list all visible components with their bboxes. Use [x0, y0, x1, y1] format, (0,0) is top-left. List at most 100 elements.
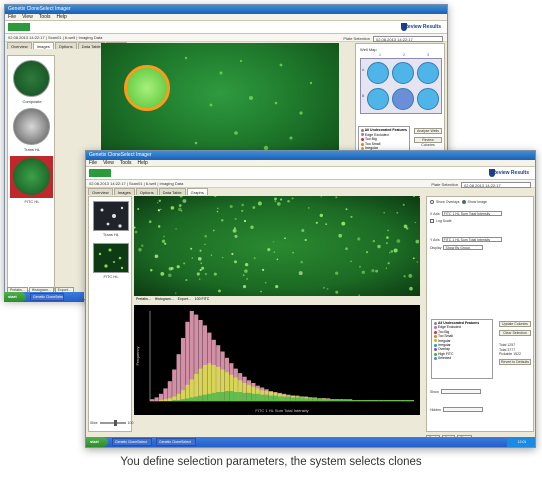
selected-thumb-frame[interactable]	[10, 156, 53, 198]
colony-speck	[323, 287, 325, 289]
histogram-bar	[194, 396, 199, 401]
trans-thumb[interactable]	[13, 108, 50, 145]
menu-view[interactable]: View	[22, 14, 33, 20]
log-scale-label: Log Scale	[436, 219, 452, 223]
taskbar-item[interactable]: Genetix CloneSelect	[156, 438, 196, 446]
colony-speck	[335, 196, 338, 199]
histogram-bar	[330, 399, 335, 401]
pickable-count: Pickable 1522	[499, 352, 521, 357]
start-button[interactable]: start	[4, 292, 26, 302]
well-a2[interactable]	[392, 62, 414, 84]
slider-handle[interactable]	[113, 420, 117, 426]
front-window: Genetix CloneSelect Imager File View Too…	[85, 150, 536, 448]
colony-speck	[284, 237, 286, 239]
colony-speck	[252, 206, 256, 209]
plate-selector-dropdown[interactable]: 02.08.2013 14:22:17	[373, 36, 443, 42]
log-scale-row: Log Scale	[430, 219, 452, 223]
histogram-button[interactable]: Histogram...	[155, 296, 174, 303]
menu-view[interactable]: View	[103, 160, 114, 166]
histogram-bar	[383, 400, 388, 401]
histogram-bar	[172, 400, 177, 401]
histogram-bar	[365, 400, 370, 401]
colony-speck	[335, 271, 339, 275]
clear-selection-button[interactable]: Clear Selection	[499, 330, 531, 336]
menu-file[interactable]: File	[8, 14, 16, 20]
show-overlays-radio[interactable]	[430, 200, 434, 204]
menu-help[interactable]: Help	[57, 14, 67, 20]
colony-speck	[158, 199, 161, 202]
revert-defaults-button[interactable]: Revert to Defaults	[499, 359, 531, 365]
brand-title: Review Results	[404, 24, 441, 30]
tab-images[interactable]: Images	[113, 188, 135, 195]
histogram-bar	[255, 393, 260, 401]
colony-speck	[179, 196, 183, 198]
well-b1[interactable]	[367, 88, 389, 110]
analyse-wells-button[interactable]: Analyse Wells	[414, 128, 442, 134]
menu-tools[interactable]: Tools	[120, 160, 132, 166]
tab-images[interactable]: Images	[32, 42, 54, 49]
fitc-thumb[interactable]	[93, 243, 129, 273]
x-axis-dropdown[interactable]: FITC 1 HL Sum Total Intensity	[441, 211, 502, 216]
colony-speck	[300, 260, 303, 264]
histogram-bar	[387, 400, 392, 401]
tab-graphs[interactable]: Graphs	[186, 188, 208, 195]
review-colonies-button[interactable]: Review Colonies	[414, 137, 442, 147]
well-a3[interactable]	[417, 62, 439, 84]
taskbar-item[interactable]: Genetix CloneSelect	[30, 293, 64, 301]
colony-speck	[183, 262, 186, 265]
menu-help[interactable]: Help	[138, 160, 148, 166]
histogram-bar	[299, 397, 304, 401]
trans-thumb[interactable]	[93, 201, 129, 231]
colony-speck	[178, 207, 182, 212]
tab-options[interactable]: Options	[135, 188, 158, 195]
histogram-bar	[396, 400, 401, 401]
feature-item[interactable]: Selected	[434, 356, 490, 360]
show-field-input[interactable]	[440, 389, 481, 394]
colony-speck	[242, 285, 247, 289]
colony-speck	[402, 203, 405, 206]
well-fluorescence-image[interactable]	[134, 196, 420, 296]
colony-speck	[298, 271, 303, 276]
export-button[interactable]: Export...	[178, 296, 191, 303]
image-toolbar: Prelabs... Histogram... Export... 100 FI…	[134, 296, 420, 303]
update-colonies-button[interactable]: Update Colonies	[499, 321, 531, 327]
well-b2[interactable]	[392, 88, 414, 110]
colony-speck	[260, 290, 262, 293]
well-a1[interactable]	[367, 62, 389, 84]
feature-list: All Undecorated Features Edge Excluded T…	[431, 319, 493, 379]
tab-overview[interactable]: Overview	[88, 188, 113, 195]
display-dropdown[interactable]: Show By Group	[443, 245, 484, 250]
prelabs-button[interactable]: Prelabs...	[136, 296, 151, 303]
well-column-headers: 1 2 3	[368, 53, 440, 57]
menu-file[interactable]: File	[89, 160, 97, 166]
menu-tools[interactable]: Tools	[39, 14, 51, 20]
taskbar-item[interactable]: Genetix CloneSelect	[112, 438, 152, 446]
show-field-label: Show	[430, 389, 439, 394]
colony-speck	[387, 229, 390, 232]
well-b3[interactable]	[417, 88, 439, 110]
colony-speck	[413, 196, 415, 198]
histogram-bar	[167, 398, 172, 401]
log-scale-checkbox[interactable]	[430, 219, 434, 223]
hidden-field-input[interactable]	[443, 407, 484, 412]
slice-slider[interactable]	[99, 420, 126, 426]
plate-selector-dropdown[interactable]: 02.08.2013 14:22:17	[461, 182, 531, 188]
composite-thumb[interactable]	[13, 60, 50, 97]
show-image-radio[interactable]	[461, 200, 466, 204]
feature-color-icon	[434, 326, 437, 330]
y-axis-dropdown[interactable]: FITC 1 HL Sum Total Intensity	[441, 237, 502, 242]
tab-options[interactable]: Options	[54, 42, 77, 49]
histogram-plot[interactable]: FITC 1 HL Sum Total Intensity Frequency	[134, 305, 420, 415]
graph-options-panel: Show Overlays Show Image X Axis FITC 1 H…	[426, 196, 534, 432]
thumbnail-panel: Trans HL FITC HL	[88, 196, 132, 432]
histogram-bar	[158, 393, 164, 401]
menu-bar: File View Tools Help	[86, 160, 535, 167]
tab-data-table[interactable]: Data Table	[158, 188, 186, 195]
colony-speck	[200, 262, 203, 265]
histogram-bar	[216, 392, 221, 401]
start-button[interactable]: start	[86, 437, 108, 447]
counts-readout: Total 1257 Total 3777 Pickable 1522	[499, 343, 521, 357]
colony-speck	[418, 196, 420, 199]
colony-speck	[163, 235, 165, 238]
tab-overview[interactable]: Overview	[7, 42, 32, 49]
